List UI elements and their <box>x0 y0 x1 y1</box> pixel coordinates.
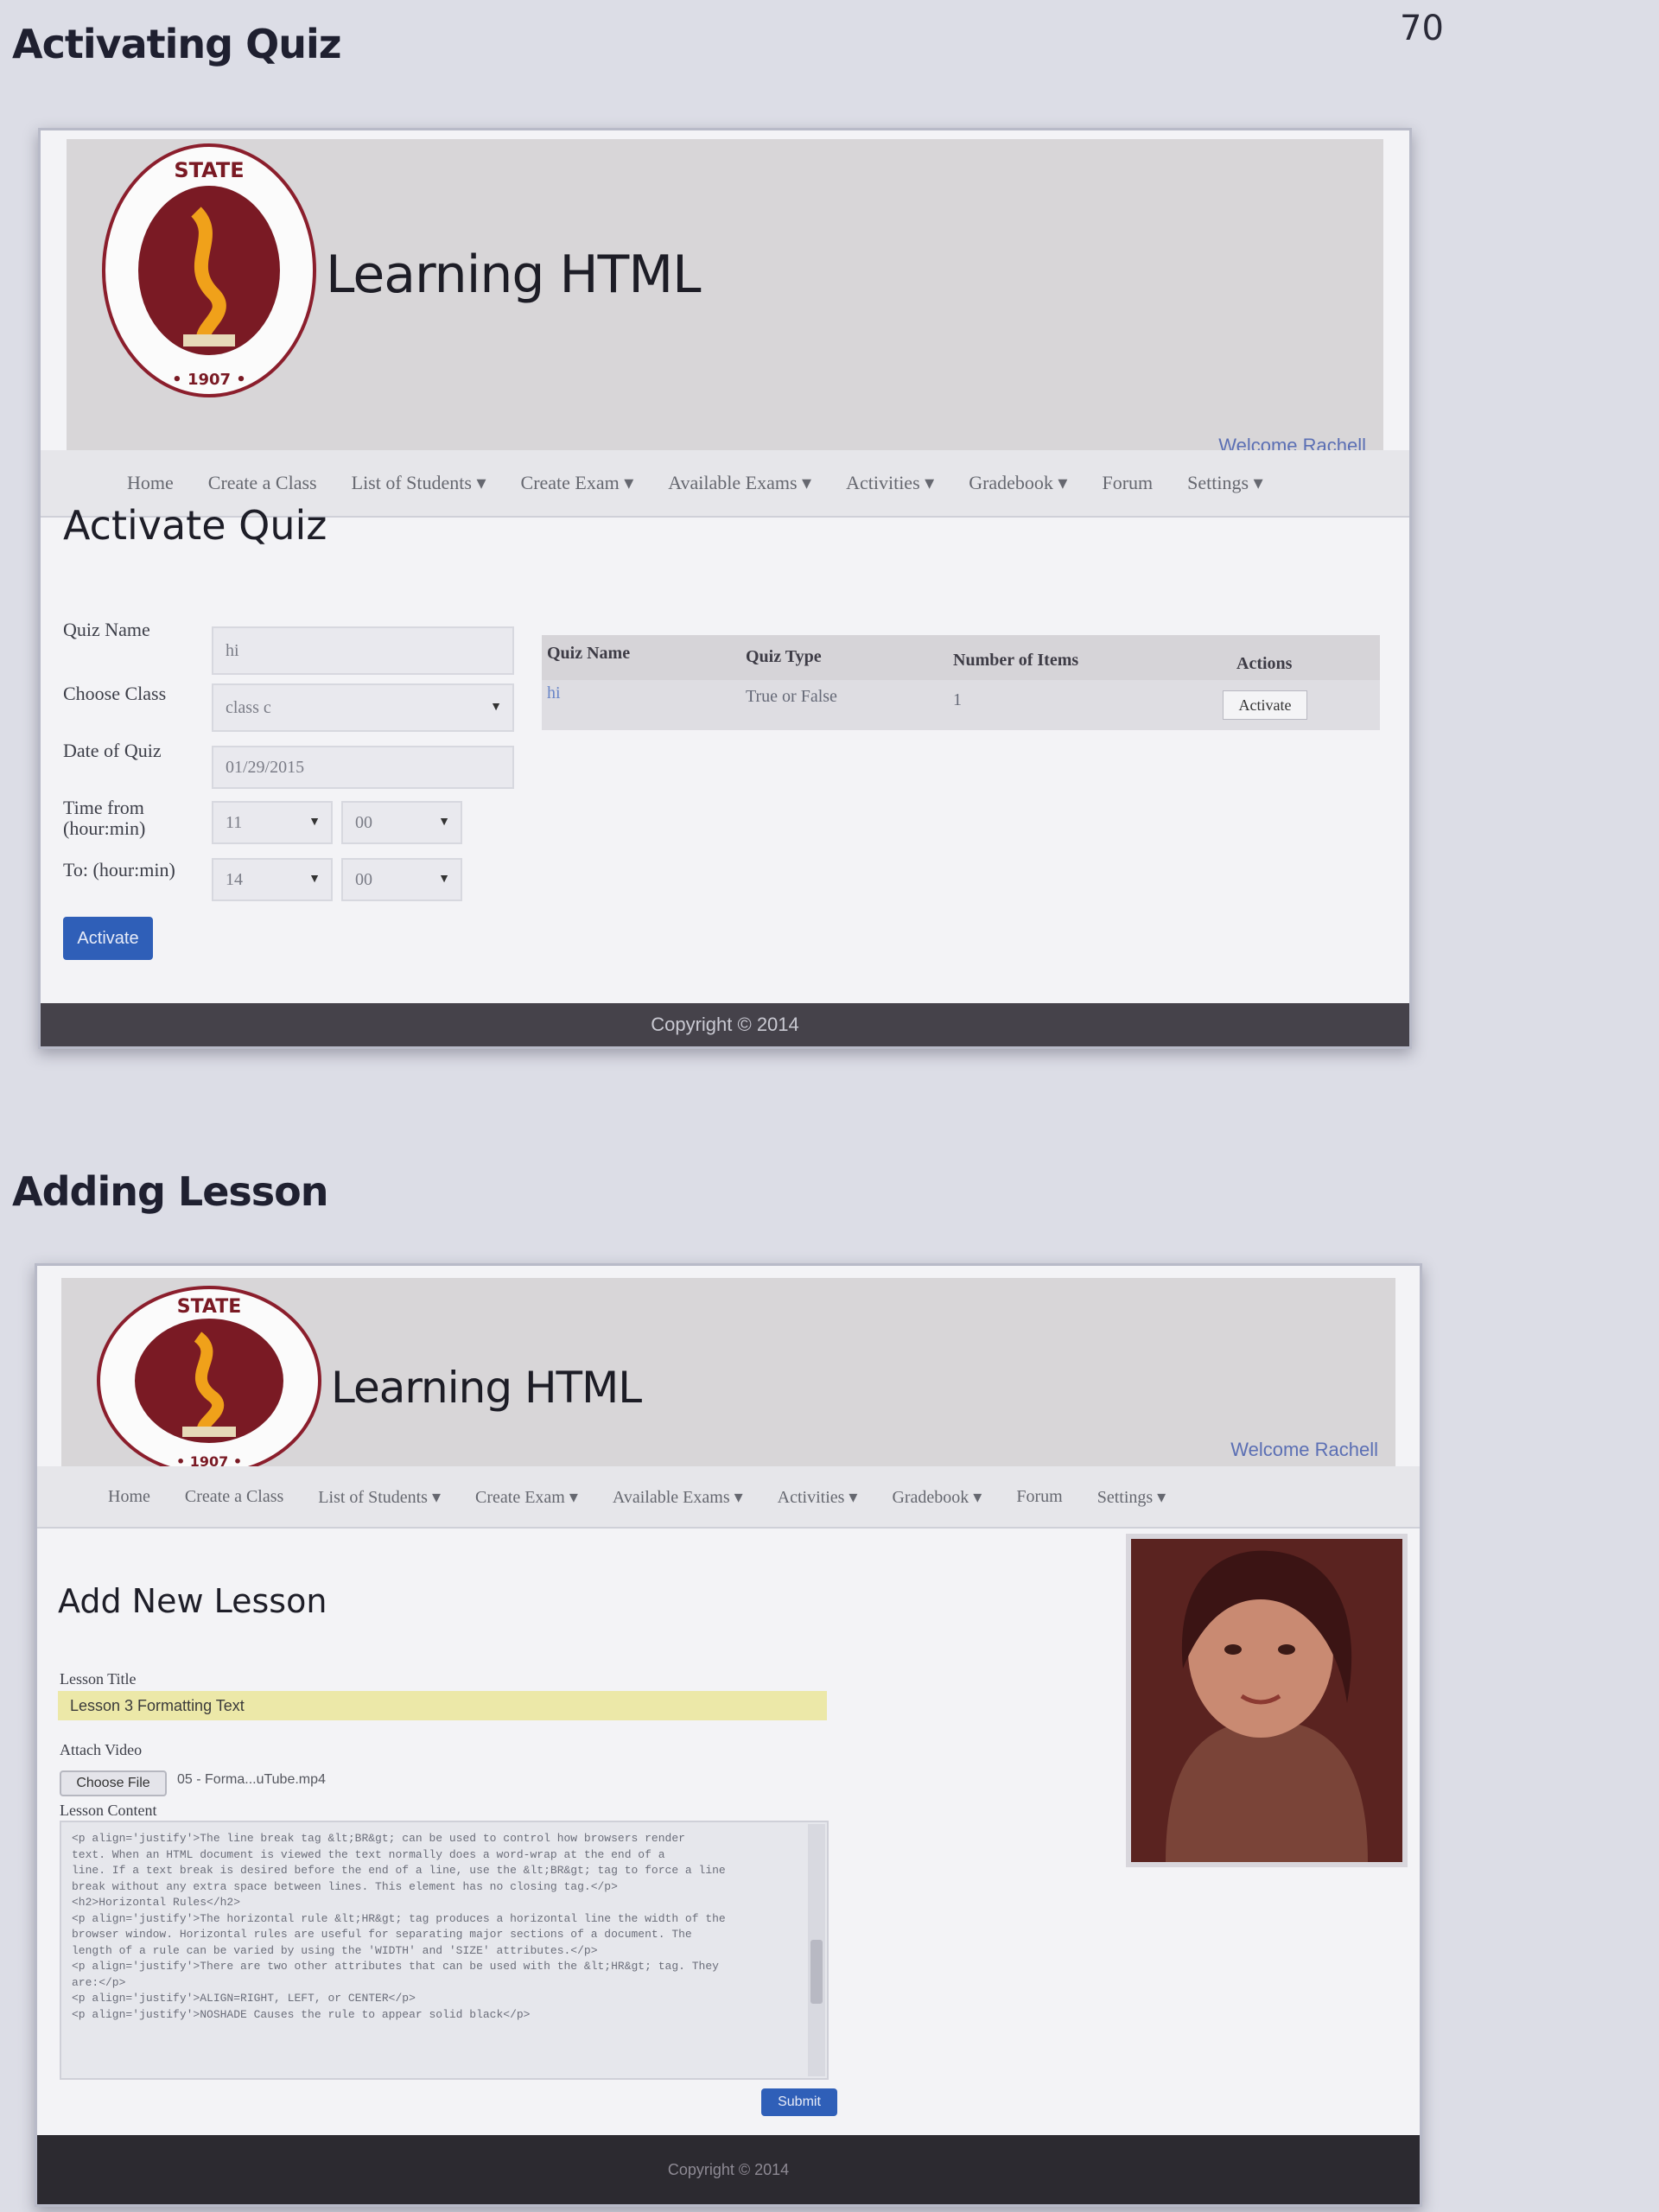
to-hour-select[interactable]: 14 ▼ <box>212 858 333 901</box>
quiz-name-value: hi <box>226 640 239 660</box>
nav-list-students[interactable]: List of Students ▾ <box>318 1486 441 1508</box>
activate-button[interactable]: Activate <box>63 917 153 960</box>
lesson-title-value: Lesson 3 Formatting Text <box>70 1696 245 1714</box>
nav-list-students[interactable]: List of Students ▾ <box>352 472 486 494</box>
portrait-image <box>1131 1539 1402 1862</box>
nav-settings[interactable]: Settings ▾ <box>1187 472 1262 494</box>
page-number: 70 <box>1400 9 1444 48</box>
site-header: STATE • 1907 • Learning HTML Welcome Rac… <box>61 1278 1395 1476</box>
row-quiz-name[interactable]: hi <box>547 683 561 703</box>
chevron-down-icon: ▼ <box>438 873 450 886</box>
page-title: Activate Quiz <box>63 502 327 549</box>
site-header: STATE • 1907 • Learning HTML Welcome Rac… <box>67 139 1383 456</box>
nav-forum[interactable]: Forum <box>1102 472 1153 494</box>
date-value: 01/29/2015 <box>226 757 305 777</box>
nav-create-exam[interactable]: Create Exam ▾ <box>521 472 634 494</box>
activate-quiz-screenshot: STATE • 1907 • Learning HTML Welcome Rac… <box>38 128 1412 1049</box>
choose-class-label: Choose Class <box>63 683 167 704</box>
from-minute-value: 00 <box>355 812 372 832</box>
col-header-quiz-name: Quiz Name <box>547 644 631 663</box>
chevron-down-icon: ▼ <box>308 816 321 829</box>
lesson-content-editor[interactable]: <p align='justify'>The line break tag &l… <box>60 1821 829 2080</box>
time-from-label: Time from (hour:min) <box>63 797 146 839</box>
to-minute-select[interactable]: 00 ▼ <box>341 858 462 901</box>
from-hour-select[interactable]: 11 ▼ <box>212 801 333 844</box>
row-items: 1 <box>953 690 962 709</box>
nav-available-exams[interactable]: Available Exams ▾ <box>613 1486 743 1508</box>
content-line: <p align='justify'>NOSHADE Causes the ru… <box>72 2007 531 2021</box>
to-hour-value: 14 <box>226 869 243 889</box>
nav-create-class[interactable]: Create a Class <box>208 472 317 494</box>
time-to-label: To: (hour:min) <box>63 859 175 880</box>
site-footer: Copyright © 2014 <box>37 2135 1420 2204</box>
nav-available-exams[interactable]: Available Exams ▾ <box>668 472 811 494</box>
attach-video-label: Attach Video <box>60 1741 143 1758</box>
date-field[interactable]: 01/29/2015 <box>212 746 514 789</box>
svg-text:STATE: STATE <box>174 158 244 182</box>
chevron-down-icon: ▼ <box>490 701 502 714</box>
submit-button[interactable]: Submit <box>761 2088 837 2116</box>
selected-file-name: 05 - Forma...uTube.mp4 <box>177 1772 326 1787</box>
row-quiz-type: True or False <box>746 687 837 706</box>
nav-activities[interactable]: Activities ▾ <box>846 472 934 494</box>
university-logo-icon: STATE • 1907 • <box>97 1286 321 1476</box>
content-line: are:</p> <box>72 1975 126 1989</box>
lesson-content-label: Lesson Content <box>60 1802 157 1819</box>
date-label: Date of Quiz <box>63 740 162 761</box>
quiz-table: Quiz Name Quiz Type Number of Items Acti… <box>542 635 1380 730</box>
content-line: line. If a text break is desired before … <box>72 1864 726 1877</box>
class-select[interactable]: class c ▼ <box>212 683 514 732</box>
from-hour-value: 11 <box>226 812 243 832</box>
site-title: Learning HTML <box>326 245 702 305</box>
nav-create-class[interactable]: Create a Class <box>185 1487 283 1507</box>
to-minute-value: 00 <box>355 869 372 889</box>
welcome-link[interactable]: Welcome Rachell <box>1230 1439 1378 1461</box>
page-title: Add New Lesson <box>58 1582 327 1620</box>
col-header-items: Number of Items <box>953 651 1079 670</box>
choose-file-button[interactable]: Choose File <box>60 1770 167 1796</box>
nav-create-exam[interactable]: Create Exam ▾ <box>475 1486 578 1508</box>
chevron-down-icon: ▼ <box>308 873 321 886</box>
quiz-name-field[interactable]: hi <box>212 626 514 675</box>
content-line: <p align='justify'>There are two other a… <box>72 1960 719 1973</box>
lesson-title-field[interactable]: Lesson 3 Formatting Text <box>58 1691 827 1720</box>
svg-text:• 1907 •: • 1907 • <box>172 371 246 389</box>
nav-gradebook[interactable]: Gradebook ▾ <box>892 1486 982 1508</box>
nav-gradebook[interactable]: Gradebook ▾ <box>969 472 1067 494</box>
lesson-title-label: Lesson Title <box>60 1670 137 1688</box>
content-line: <p align='justify'>The horizontal rule &… <box>72 1911 726 1925</box>
site-title: Learning HTML <box>331 1363 642 1413</box>
col-header-actions: Actions <box>1236 654 1293 673</box>
add-lesson-screenshot: STATE • 1907 • Learning HTML Welcome Rac… <box>35 1263 1422 2207</box>
content-line: browser window. Horizontal rules are use… <box>72 1928 692 1941</box>
nav-home[interactable]: Home <box>108 1487 150 1507</box>
row-activate-button[interactable]: Activate <box>1223 690 1307 720</box>
quiz-name-label: Quiz Name <box>63 619 150 640</box>
from-minute-select[interactable]: 00 ▼ <box>341 801 462 844</box>
section-heading-activating-quiz: Activating Quiz <box>12 21 341 67</box>
nav-activities[interactable]: Activities ▾ <box>778 1486 858 1508</box>
user-profile-photo <box>1126 1534 1408 1867</box>
nav-settings[interactable]: Settings ▾ <box>1097 1486 1166 1508</box>
content-scrollbar-thumb[interactable] <box>810 1940 823 2004</box>
university-logo-icon: STATE • 1907 • <box>102 143 316 397</box>
svg-text:STATE: STATE <box>177 1296 242 1318</box>
nav-home[interactable]: Home <box>127 472 174 494</box>
content-line: <p align='justify'>ALIGN=RIGHT, LEFT, or… <box>72 1992 416 2005</box>
chevron-down-icon: ▼ <box>438 816 450 829</box>
site-footer: Copyright © 2014 <box>41 1003 1409 1046</box>
content-line: text. When an HTML document is viewed th… <box>72 1847 665 1861</box>
section-heading-adding-lesson: Adding Lesson <box>12 1168 329 1215</box>
content-line: length of a rule can be varied by using … <box>72 1943 598 1957</box>
nav-forum[interactable]: Forum <box>1016 1487 1062 1507</box>
class-select-value: class c <box>226 697 271 717</box>
main-navbar: Home Create a Class List of Students ▾ C… <box>37 1466 1420 1529</box>
col-header-quiz-type: Quiz Type <box>746 647 822 666</box>
content-line: <p align='justify'>The line break tag &l… <box>72 1832 685 1845</box>
content-line: <h2>Horizontal Rules</h2> <box>72 1896 241 1909</box>
content-line: break without any extra space between li… <box>72 1879 618 1893</box>
